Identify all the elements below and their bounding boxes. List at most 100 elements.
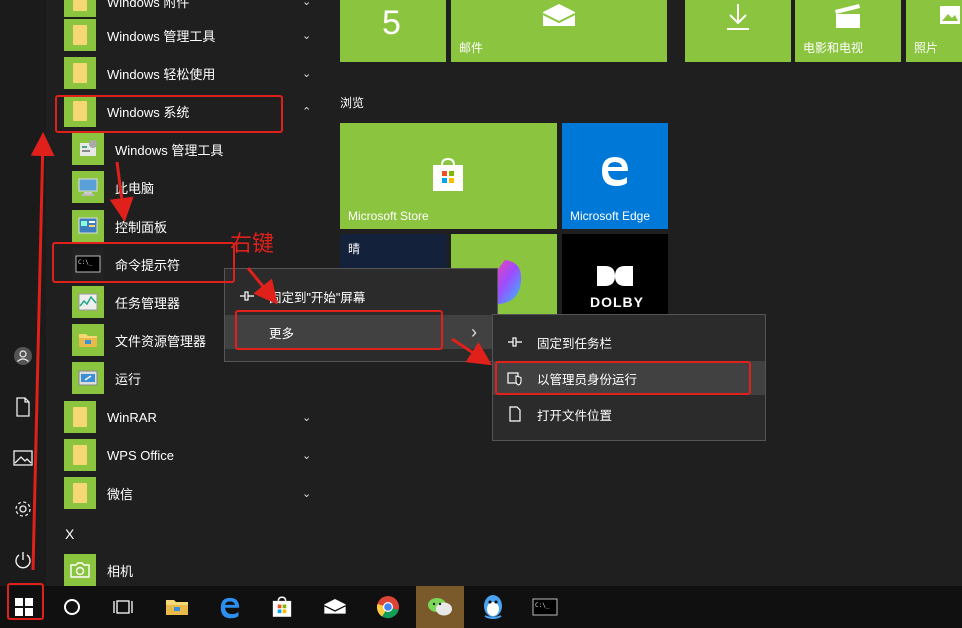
- highlight-start-button: [7, 583, 44, 620]
- list-item-camera[interactable]: 相机: [46, 551, 326, 586]
- highlight-command-prompt: [52, 242, 235, 283]
- calendar-number: 5: [382, 4, 401, 42]
- chevron-down-icon: ⌄: [302, 0, 312, 8]
- weather-label: 晴: [348, 242, 361, 256]
- menu-item-open-file-location[interactable]: 打开文件位置: [493, 397, 765, 431]
- store-icon: [433, 157, 463, 191]
- dolby-label: DOLBY: [590, 294, 644, 310]
- search-button[interactable]: [48, 586, 96, 628]
- movies-tile-label: 电影和电视: [803, 41, 864, 55]
- task-view-button[interactable]: [99, 586, 147, 628]
- admin-tools-icon: [72, 133, 104, 165]
- list-item-wechat[interactable]: 微信 ⌄: [46, 474, 326, 512]
- wechat-icon: [428, 598, 452, 616]
- list-item-wps-office[interactable]: WPS Office ⌄: [46, 436, 326, 474]
- highlight-more: [235, 310, 443, 350]
- app-label: WPS Office: [107, 447, 174, 463]
- taskbar-mail[interactable]: [311, 586, 359, 628]
- tile-group-label: 浏览: [340, 96, 365, 110]
- taskbar-command-prompt[interactable]: C:\_: [521, 586, 569, 628]
- taskbar: C:\_: [0, 586, 962, 628]
- list-item-windows-admin-tools[interactable]: Windows 管理工具 ⌄: [46, 16, 326, 54]
- list-item-windows-ease-of-access[interactable]: Windows 轻松使用 ⌄: [46, 54, 326, 92]
- control-panel-icon: [72, 210, 104, 242]
- menu-item-label: 固定到任务栏: [537, 336, 613, 351]
- download-tile[interactable]: [685, 0, 791, 62]
- chevron-down-icon: ⌄: [302, 67, 312, 80]
- gear-icon: [15, 501, 31, 517]
- letter-label: X: [65, 526, 75, 542]
- pin-icon: [239, 288, 255, 304]
- computer-icon: [72, 171, 104, 203]
- letter-header-x[interactable]: X: [46, 515, 326, 553]
- power-button[interactable]: [8, 545, 38, 575]
- svg-text:C:\_: C:\_: [535, 602, 550, 609]
- app-label: Windows 管理工具: [107, 28, 216, 44]
- folder-icon: [64, 19, 96, 51]
- app-label: 此电脑: [115, 180, 155, 196]
- chevron-down-icon: ⌄: [302, 29, 312, 42]
- folder-icon: [64, 401, 96, 433]
- mail-tile-label: 邮件: [459, 41, 484, 55]
- microsoft-store-tile[interactable]: Microsoft Store: [340, 123, 557, 229]
- app-label: Windows 轻松使用: [107, 66, 216, 82]
- documents-button[interactable]: [8, 392, 38, 422]
- power-icon: [15, 552, 31, 569]
- movies-tv-tile[interactable]: 电影和电视: [795, 0, 901, 62]
- edge-icon: [602, 157, 628, 186]
- folder-icon: [64, 477, 96, 509]
- folder-icon: [166, 600, 188, 615]
- app-label: 运行: [115, 371, 142, 387]
- camera-icon: [64, 554, 96, 586]
- taskbar-store[interactable]: [258, 586, 306, 628]
- mail-tile[interactable]: 邮件: [451, 0, 667, 62]
- menu-item-pin-to-start[interactable]: 固定到"开始"屏幕: [225, 279, 497, 313]
- list-item-winrar[interactable]: WinRAR ⌄: [46, 398, 326, 436]
- pictures-button[interactable]: [8, 443, 38, 473]
- settings-button[interactable]: [8, 494, 38, 524]
- edge-tile-label: Microsoft Edge: [570, 209, 651, 223]
- menu-item-pin-to-taskbar[interactable]: 固定到任务栏: [493, 325, 765, 359]
- menu-item-label: 固定到"开始"屏幕: [269, 290, 366, 305]
- microsoft-edge-tile[interactable]: Microsoft Edge: [562, 123, 668, 229]
- dolby-icon: [597, 266, 633, 286]
- taskbar-edge[interactable]: [206, 586, 254, 628]
- chevron-right-icon: ›: [471, 321, 477, 342]
- task-view-icon: [113, 600, 133, 614]
- app-label: Windows 管理工具: [115, 142, 224, 158]
- mail-icon: [542, 4, 576, 26]
- app-label: WinRAR: [107, 409, 157, 425]
- chevron-down-icon: ⌄: [302, 411, 312, 424]
- app-label: 控制面板: [115, 219, 168, 235]
- folder-icon: [64, 0, 96, 17]
- photos-tile-label: 照片: [914, 41, 939, 55]
- file-explorer-icon: [72, 324, 104, 356]
- taskbar-file-explorer[interactable]: [153, 586, 201, 628]
- list-item-this-pc[interactable]: 此电脑: [46, 168, 326, 206]
- film-icon: [835, 4, 860, 28]
- calendar-tile[interactable]: 5: [340, 0, 446, 62]
- list-item-admin-tools[interactable]: Windows 管理工具: [46, 130, 326, 168]
- chevron-up-icon: ⌃: [302, 105, 312, 118]
- list-item-control-panel[interactable]: 控制面板: [46, 207, 326, 245]
- app-label: 微信: [107, 486, 134, 502]
- user-account-button[interactable]: [8, 341, 38, 371]
- app-label: Windows 附件: [107, 0, 190, 10]
- highlight-run-as-admin: [495, 361, 751, 395]
- taskbar-qq[interactable]: [469, 586, 517, 628]
- taskbar-chrome[interactable]: [364, 586, 412, 628]
- taskbar-wechat[interactable]: [416, 586, 464, 628]
- run-icon: [72, 362, 104, 394]
- list-item-run[interactable]: 运行: [46, 359, 326, 397]
- chevron-down-icon: ⌄: [302, 487, 312, 500]
- chrome-icon: [376, 596, 399, 619]
- store-tile-label: Microsoft Store: [348, 209, 429, 223]
- photos-tile[interactable]: 照片: [906, 0, 962, 62]
- store-icon: [272, 596, 292, 617]
- terminal-icon: C:\_: [532, 598, 558, 616]
- app-label: 任务管理器: [115, 295, 181, 311]
- app-label: 文件资源管理器: [115, 333, 207, 349]
- edge-icon: [220, 597, 240, 619]
- file-icon: [507, 406, 523, 422]
- folder-icon: [64, 57, 96, 89]
